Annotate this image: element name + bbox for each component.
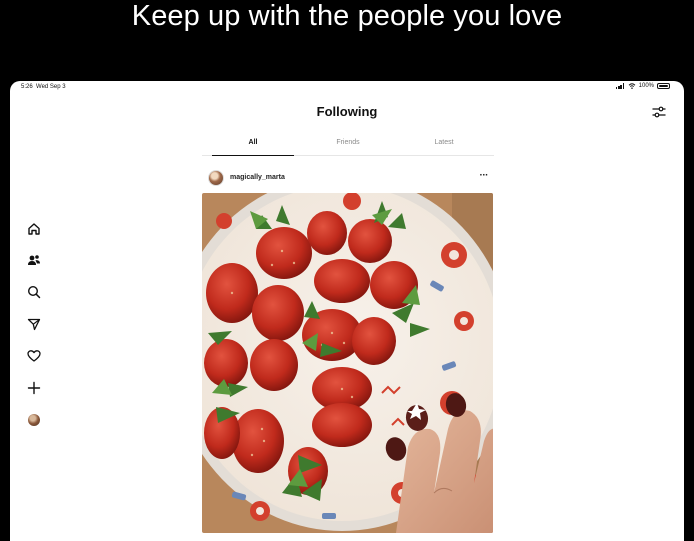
signal-icon <box>615 83 625 89</box>
heart-icon[interactable] <box>24 346 44 366</box>
send-icon[interactable] <box>24 314 44 334</box>
battery-icon <box>657 83 670 89</box>
post-username[interactable]: magically_marta <box>230 174 285 181</box>
strawberry-photo <box>202 193 493 533</box>
tab-all[interactable]: All <box>249 139 258 146</box>
headline: Keep up with the people you love <box>131 0 563 32</box>
home-icon[interactable] <box>24 219 44 239</box>
people-icon[interactable] <box>24 250 44 270</box>
post-header: magically_marta ··· <box>207 169 493 189</box>
post-photo[interactable] <box>202 193 493 533</box>
tab-friends[interactable]: Friends <box>336 139 359 146</box>
plus-icon[interactable] <box>24 378 44 398</box>
more-options-icon[interactable]: ··· <box>480 170 489 181</box>
feed-tabs: All Friends Latest <box>202 137 494 156</box>
wifi-icon <box>628 83 635 89</box>
active-tab-indicator <box>212 154 294 156</box>
search-icon[interactable] <box>24 282 44 302</box>
battery-percent: 100% <box>638 83 654 89</box>
tab-latest[interactable]: Latest <box>434 139 453 146</box>
page-title: Following <box>316 104 378 119</box>
tablet-screen: 5:26 Wed Sep 3 100% Following All Friend… <box>10 81 684 541</box>
profile-avatar[interactable] <box>24 410 44 430</box>
avatar[interactable] <box>208 170 224 186</box>
status-indicators: 100% <box>615 83 670 89</box>
status-time: 5:26 Wed Sep 3 <box>21 84 66 90</box>
filter-settings-icon[interactable] <box>652 105 666 119</box>
